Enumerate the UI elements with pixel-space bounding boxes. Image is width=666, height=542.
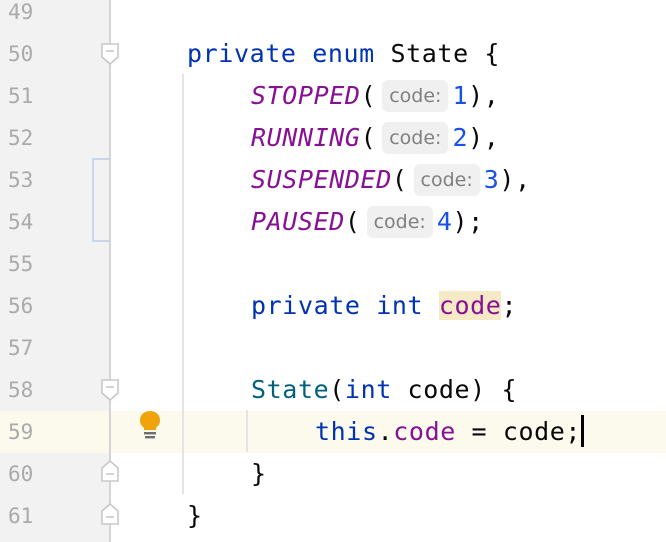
line-number: 56 xyxy=(8,294,34,318)
line-number: 51 xyxy=(8,84,34,108)
code-text: PAUSED(code: 4); xyxy=(251,206,484,238)
code-line-59-current[interactable]: 59 this.code = code; xyxy=(0,411,666,453)
code-text: RUNNING(code: 2), xyxy=(251,122,500,154)
fold-collapse-icon[interactable] xyxy=(100,379,120,401)
code-line-49[interactable]: 49 xyxy=(0,0,666,33)
line-number: 60 xyxy=(8,462,34,486)
code-line-56[interactable]: 56 private int code; xyxy=(0,285,666,327)
line-number: 50 xyxy=(8,42,34,66)
code-line-55[interactable]: 55 xyxy=(0,243,666,285)
line-number: 53 xyxy=(8,168,34,192)
code-text: } xyxy=(251,459,267,488)
code-text: } xyxy=(187,501,203,530)
text-caret xyxy=(581,415,585,447)
indent-guide xyxy=(246,410,248,452)
code-line-51[interactable]: 51 STOPPED(code: 1), xyxy=(0,75,666,117)
code-line-52[interactable]: 52 RUNNING(code: 2), xyxy=(0,117,666,159)
lightbulb-icon[interactable] xyxy=(138,410,162,442)
indent-guide xyxy=(182,74,184,494)
code-text: State(int code) { xyxy=(251,375,518,404)
code-text: private int code; xyxy=(251,291,518,320)
parameter-hint: code: xyxy=(382,122,449,154)
line-number: 52 xyxy=(8,126,34,150)
code-text: private enum State { xyxy=(187,39,501,68)
line-number: 57 xyxy=(8,336,34,360)
fold-collapse-icon[interactable] xyxy=(100,43,120,65)
parameter-hint: code: xyxy=(382,80,449,112)
line-number: 55 xyxy=(8,252,34,276)
parameter-hint: code: xyxy=(366,206,433,238)
code-line-57[interactable]: 57 xyxy=(0,327,666,369)
code-text: SUSPENDED(code: 3), xyxy=(251,164,531,196)
line-number: 49 xyxy=(8,0,34,24)
code-text: STOPPED(code: 1), xyxy=(251,80,500,112)
line-number: 54 xyxy=(8,210,34,234)
scope-highlight-marker xyxy=(92,158,110,242)
fold-end-icon[interactable] xyxy=(100,503,120,525)
usage-highlight: code xyxy=(438,291,502,320)
fold-end-icon[interactable] xyxy=(100,460,120,482)
parameter-hint: code: xyxy=(413,164,480,196)
line-number: 58 xyxy=(8,378,34,402)
line-number: 59 xyxy=(8,420,34,444)
line-number: 61 xyxy=(8,504,34,528)
code-text: this.code = code; xyxy=(315,411,585,453)
